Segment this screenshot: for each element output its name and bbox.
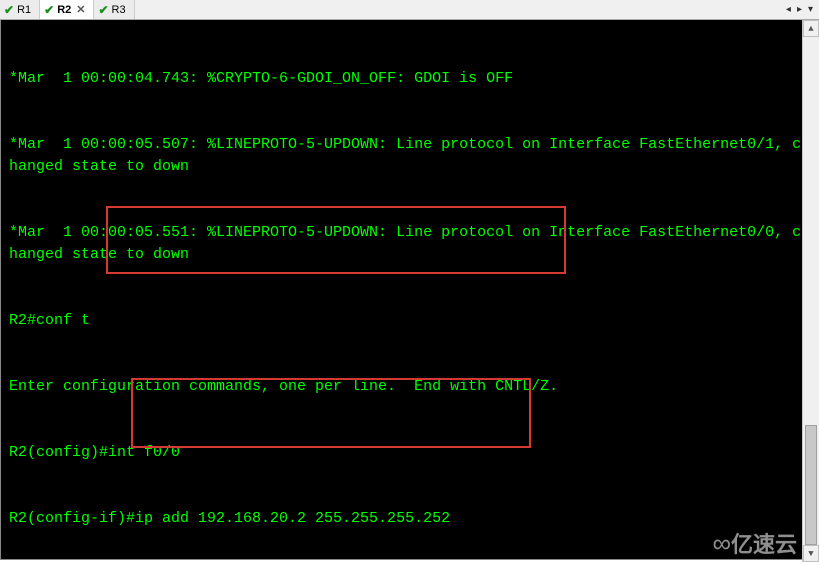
tab-label: R3	[112, 4, 126, 16]
tab-next-icon[interactable]: ▸	[795, 4, 804, 15]
terminal-line: *Mar 1 00:00:04.743: %CRYPTO-6-GDOI_ON_O…	[9, 68, 810, 90]
terminal-line: Enter configuration commands, one per li…	[9, 376, 810, 398]
scroll-track[interactable]	[803, 37, 819, 545]
tab-bar: ✔ R1 ✔ R2 ✕ ✔ R3 ◂ ▸ ▾	[0, 0, 819, 20]
terminal-output[interactable]: *Mar 1 00:00:04.743: %CRYPTO-6-GDOI_ON_O…	[0, 20, 819, 560]
tab-prev-icon[interactable]: ◂	[784, 4, 793, 15]
tab-menu-icon[interactable]: ▾	[806, 4, 815, 15]
scroll-thumb[interactable]	[805, 425, 817, 545]
watermark: ∞ 亿速云	[712, 527, 797, 559]
scroll-up-icon[interactable]: ▲	[803, 20, 819, 37]
terminal-line: *Mar 1 00:00:05.507: %LINEPROTO-5-UPDOWN…	[9, 134, 810, 178]
check-icon: ✔	[4, 3, 14, 17]
scrollbar[interactable]: ▲ ▼	[802, 20, 819, 562]
tab-nav: ◂ ▸ ▾	[780, 0, 819, 19]
tab-label: R2	[57, 4, 71, 16]
tab-label: R1	[17, 4, 31, 16]
tab-r2[interactable]: ✔ R2 ✕	[40, 0, 94, 19]
tab-r1[interactable]: ✔ R1	[0, 0, 40, 19]
terminal-line: R2#conf t	[9, 310, 810, 332]
check-icon: ✔	[98, 3, 108, 17]
watermark-logo-icon: ∞	[712, 528, 725, 559]
tab-r3[interactable]: ✔ R3	[94, 0, 134, 19]
scroll-down-icon[interactable]: ▼	[803, 545, 819, 562]
terminal-line: R2(config)#int f0/0	[9, 442, 810, 464]
terminal-line: R2(config-if)#ip add 192.168.20.2 255.25…	[9, 508, 810, 530]
close-icon[interactable]: ✕	[76, 3, 85, 16]
check-icon: ✔	[44, 3, 54, 17]
watermark-text: 亿速云	[731, 527, 797, 559]
terminal-line: *Mar 1 00:00:05.551: %LINEPROTO-5-UPDOWN…	[9, 222, 810, 266]
